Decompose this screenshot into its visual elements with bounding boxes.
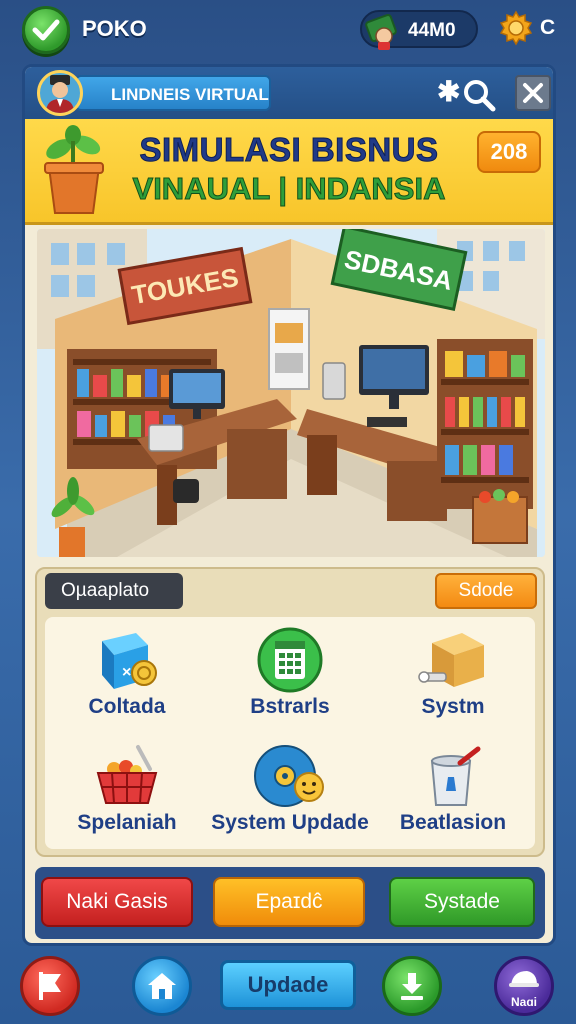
cash-stack-icon <box>365 14 397 50</box>
cap-icon <box>509 971 539 987</box>
top-bar: POKO 44M0 C <box>0 0 576 58</box>
tile-beatlasion[interactable]: Beatlasion <box>371 737 535 847</box>
tile-label: Coltada <box>88 695 166 718</box>
download-icon <box>401 973 423 1000</box>
search-icon[interactable] <box>461 77 497 113</box>
tile-label: Beatlasion <box>399 811 507 834</box>
cash-register-icon: × <box>102 633 157 689</box>
level-badge[interactable]: 208 <box>477 131 541 173</box>
settings-letter: C <box>540 16 556 39</box>
store-scene[interactable]: TOUKES SDBASA <box>37 229 545 557</box>
action-button-row: Naki Gasis Epaɪdĉ Systade <box>35 867 545 939</box>
profile-button[interactable]: Naɑi <box>494 956 554 1016</box>
sort-button[interactable]: Sdode <box>435 573 537 609</box>
flag-icon <box>39 972 61 1000</box>
tile-label: Bstrarls <box>250 695 330 718</box>
disc-icon <box>254 745 324 807</box>
game-title: SIMULASI BISNUS <box>139 131 439 169</box>
update-button[interactable]: Updade <box>220 960 356 1010</box>
tile-coltada[interactable]: × Coltada <box>45 621 209 731</box>
tile-label: Spelaniah <box>77 811 177 834</box>
close-icon <box>523 83 543 103</box>
check-icon <box>32 19 60 41</box>
download-button[interactable] <box>382 956 442 1016</box>
home-icon <box>148 973 176 999</box>
bottom-nav: Updade Naɑi <box>0 948 576 1024</box>
actions-panel: Oµaaplato Sdode × Coltada Bstrarls Systm… <box>35 567 545 857</box>
naki-gasis-button[interactable]: Naki Gasis <box>41 877 193 927</box>
svg-text:×: × <box>122 664 131 681</box>
section-tab[interactable]: Oµaaplato <box>45 573 183 609</box>
sparkle-icon[interactable]: ✱ <box>437 77 460 107</box>
flag-button[interactable] <box>20 956 80 1016</box>
gear-icon[interactable] <box>498 10 534 46</box>
back-button[interactable] <box>22 6 70 54</box>
profile-label: LINDNEIS VIRTUAL <box>111 85 269 104</box>
tile-bstrarls[interactable]: Bstrarls <box>208 621 372 731</box>
action-grid: × Coltada Bstrarls Systm Spelaniah Syste… <box>45 617 535 849</box>
title-banner: SIMULASI BISNUS VINAUAL | INDANSIA 208 <box>25 119 553 225</box>
profile-tab[interactable]: LINDNEIS VIRTUAL <box>75 75 271 111</box>
avatar[interactable] <box>37 70 83 116</box>
tile-system-updade[interactable]: System Updade <box>208 737 372 847</box>
profile-label: Naɑi <box>510 995 537 1009</box>
panel-header: LINDNEIS VIRTUAL ✱ <box>25 67 553 119</box>
basket-icon <box>96 745 158 804</box>
systade-button[interactable]: Systade <box>389 877 535 927</box>
businessman-avatar-icon <box>46 75 74 113</box>
tile-label: System Updade <box>211 811 369 834</box>
store-illustration: TOUKES SDBASA <box>37 229 545 557</box>
tile-systm[interactable]: Systm <box>371 621 535 731</box>
home-button[interactable] <box>132 956 192 1016</box>
bucket-icon <box>430 746 481 806</box>
box-icon <box>418 633 484 687</box>
main-panel: LINDNEIS VIRTUAL ✱ SIMULASI BISNUS VINAU… <box>22 64 556 946</box>
calendar-icon <box>257 627 323 693</box>
currency-display[interactable]: 44M0 <box>360 10 478 50</box>
epaide-button[interactable]: Epaɪdĉ <box>213 877 365 927</box>
tile-spelaniah[interactable]: Spelaniah <box>45 737 209 847</box>
game-subtitle: VINAUAL | INDANSIA <box>132 171 446 207</box>
coins-value: 44M0 <box>408 20 456 41</box>
close-button[interactable] <box>515 75 551 111</box>
player-name: POKO <box>82 16 147 41</box>
tile-label: Systm <box>421 695 485 718</box>
